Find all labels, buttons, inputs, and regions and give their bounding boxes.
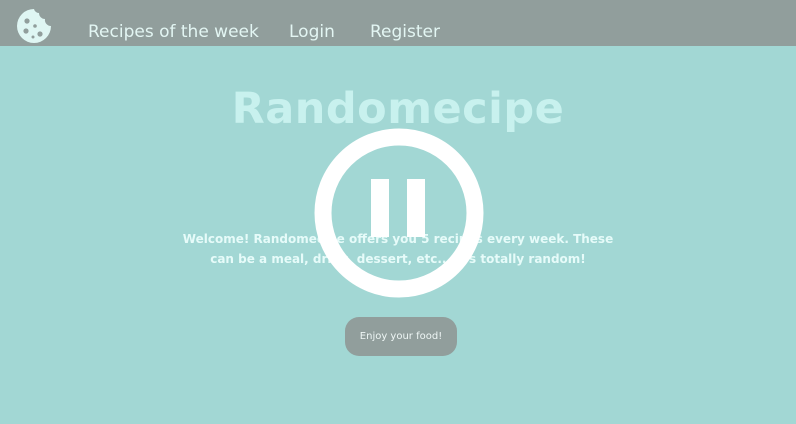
nav-recipes-of-the-week[interactable]: Recipes of the week [88, 22, 259, 42]
cookie-icon[interactable] [16, 8, 52, 44]
pause-icon[interactable] [313, 127, 485, 299]
nav-register[interactable]: Register [370, 22, 440, 42]
navbar: Recipes of the week Login Register [0, 0, 796, 46]
nav-login[interactable]: Login [289, 22, 335, 42]
enjoy-your-food-button[interactable]: Enjoy your food! [345, 317, 457, 356]
